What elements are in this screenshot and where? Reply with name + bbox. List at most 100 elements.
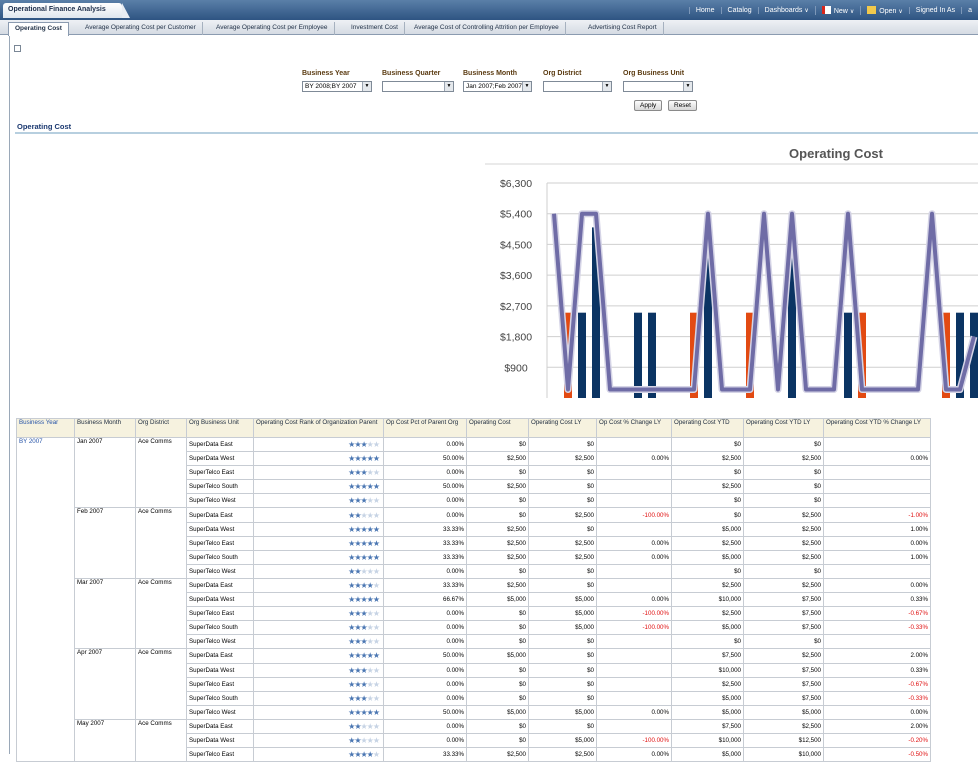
column-header-operating-cost-ytd-change-ly[interactable]: Operating Cost YTD % Change LY	[823, 418, 931, 438]
tab-investment-cost[interactable]: Investment Cost	[345, 22, 405, 35]
nav-label: Dashboards	[764, 6, 803, 14]
ytdchg-cell	[823, 493, 931, 509]
table-row: Apr 2007 Ace Comms SuperData East ★★★★★ 50.0…	[17, 648, 931, 720]
ytdly-cell: $7,500	[743, 606, 824, 622]
unit-cell: SuperData East	[186, 577, 254, 594]
ly-cell: $0	[528, 493, 597, 509]
prompt-select-business-month[interactable]: Jan 2007;Feb 2007 ▼	[463, 81, 532, 92]
rating-stars-icon: ★★★★★	[348, 566, 380, 576]
apply-button[interactable]: Apply	[634, 100, 663, 111]
column-header-operating-cost-ytd-ly[interactable]: Operating Cost YTD LY	[743, 418, 824, 438]
ytdchg-cell	[823, 634, 931, 650]
prompt-label-org-district: Org District	[543, 70, 582, 77]
rank-cell: ★★★★★	[253, 577, 384, 594]
chg-cell	[596, 718, 672, 734]
nav-dashboards[interactable]: Dashboards ∨	[757, 6, 815, 14]
prompt-select-business-year[interactable]: BY 2008;BY 2007 ▼	[302, 81, 372, 92]
star-icon: ★	[372, 510, 380, 520]
year-cell[interactable]: BY 2007	[16, 436, 75, 762]
chg-cell: 0.00%	[596, 747, 672, 762]
prompt-value: BY 2008;BY 2007	[305, 83, 357, 90]
prompt-label-org-business-unit: Org Business Unit	[623, 70, 685, 77]
star-icon: ★	[372, 538, 380, 548]
column-header-op-cost-change-ly[interactable]: Op Cost % Change LY	[596, 418, 672, 438]
ytdly-cell: $0	[743, 563, 824, 579]
column-header-operating-cost-ly[interactable]: Operating Cost LY	[528, 418, 597, 438]
nav-a[interactable]: a	[961, 6, 978, 14]
column-header-operating-cost-ytd[interactable]: Operating Cost YTD	[671, 418, 744, 438]
ytdly-cell: $7,500	[743, 592, 824, 608]
month-cell: May 2007	[74, 718, 136, 762]
ytd-cell: $2,500	[671, 535, 744, 551]
ly-cell: $5,000	[528, 620, 597, 636]
chg-cell	[596, 465, 672, 481]
star-icon: ★	[372, 707, 380, 717]
rank-cell: ★★★★★	[253, 535, 384, 551]
star-icon: ★	[372, 693, 380, 703]
chg-cell: -100.00%	[596, 732, 672, 749]
ytdchg-cell: 1.00%	[823, 549, 931, 565]
column-header-org-district[interactable]: Org District	[135, 418, 187, 438]
prompt-select-org-business-unit[interactable]: ▼	[623, 81, 693, 92]
app-title: Operational Finance Analysis	[3, 3, 130, 18]
ly-cell: $0	[528, 662, 597, 678]
column-header-business-year[interactable]: Business Year	[16, 418, 75, 438]
column-header-operating-cost[interactable]: Operating Cost	[466, 418, 529, 438]
unit-cell: SuperTelco East	[186, 465, 254, 481]
tab-average-operating-cost-per-employee[interactable]: Average Operating Cost per Employee	[210, 22, 335, 35]
nav-signed-in-as[interactable]: Signed In As	[908, 6, 961, 14]
ytd-cell: $0	[671, 493, 744, 509]
tab-operating-cost[interactable]: Operating Cost	[8, 22, 69, 36]
nav-home[interactable]: Home	[688, 6, 721, 14]
rank-cell: ★★★★★	[253, 592, 384, 608]
nav-open[interactable]: Open ∨	[860, 5, 909, 15]
ytd-cell: $0	[671, 634, 744, 650]
rating-stars-icon: ★★★★★	[348, 750, 380, 759]
ytdly-cell: $2,500	[743, 718, 824, 734]
reset-button[interactable]: Reset	[668, 100, 697, 111]
ytdly-cell: $7,500	[743, 690, 824, 706]
collapse-toggle[interactable]	[14, 45, 21, 52]
column-header-business-month[interactable]: Business Month	[74, 418, 136, 438]
prompt-label-business-month: Business Month	[463, 70, 518, 77]
prompt-select-org-district[interactable]: ▼	[543, 81, 612, 92]
cost-cell: $5,000	[466, 704, 529, 720]
rank-cell: ★★★★★	[253, 690, 384, 706]
star-icon: ★	[372, 566, 380, 576]
star-icon: ★	[372, 721, 380, 731]
y-tick-label: $2,700	[500, 301, 532, 313]
rating-stars-icon: ★★★★★	[348, 609, 380, 618]
pct-cell: 50.00%	[383, 648, 467, 664]
unit-cell: SuperData East	[186, 507, 254, 523]
ytd-cell: $10,000	[671, 592, 744, 608]
rating-stars-icon: ★★★★★	[348, 581, 380, 590]
month-cell: Feb 2007	[74, 507, 136, 579]
tab-advertising-cost-report[interactable]: Advertising Cost Report	[582, 22, 664, 35]
nav-catalog[interactable]: Catalog	[720, 6, 758, 14]
unit-cell: SuperTelco South	[186, 549, 254, 565]
rating-stars-icon: ★★★★★	[348, 623, 380, 632]
chg-cell	[596, 634, 672, 650]
chart-title: Operating Cost	[789, 146, 884, 161]
column-header-op-cost-pct-of-parent-org[interactable]: Op Cost Pct of Parent Org	[383, 418, 467, 438]
ly-cell: $2,500	[528, 451, 597, 467]
ytdly-cell: $2,500	[743, 549, 824, 565]
star-icon: ★	[372, 679, 380, 689]
prompt-select-business-quarter[interactable]: ▼	[382, 81, 454, 92]
ly-cell: $5,000	[528, 606, 597, 622]
nav-new[interactable]: New ∨	[814, 5, 860, 15]
ytdchg-cell: 0.00%	[823, 704, 931, 720]
tab-average-cost-of-controlling-attrition-per-employee[interactable]: Average Cost of Controlling Attrition pe…	[408, 22, 566, 35]
cost-cell: $2,500	[466, 521, 529, 537]
unit-cell: SuperTelco South	[186, 690, 254, 706]
y-tick-label: $4,500	[500, 239, 532, 251]
ytdchg-cell: -1.00%	[823, 507, 931, 523]
column-header-org-business-unit[interactable]: Org Business Unit	[186, 418, 254, 438]
column-header-operating-cost-rank-of-organization-parent[interactable]: Operating Cost Rank of Organization Pare…	[253, 418, 384, 438]
district-cell: Ace Comms	[135, 507, 187, 579]
rating-stars-icon: ★★★★★	[348, 707, 380, 717]
chg-cell: 0.00%	[596, 451, 672, 467]
tab-average-operating-cost-per-customer[interactable]: Average Operating Cost per Customer	[79, 22, 203, 35]
pct-cell: 33.33%	[383, 535, 467, 551]
ytdchg-cell: -0.67%	[823, 606, 931, 622]
